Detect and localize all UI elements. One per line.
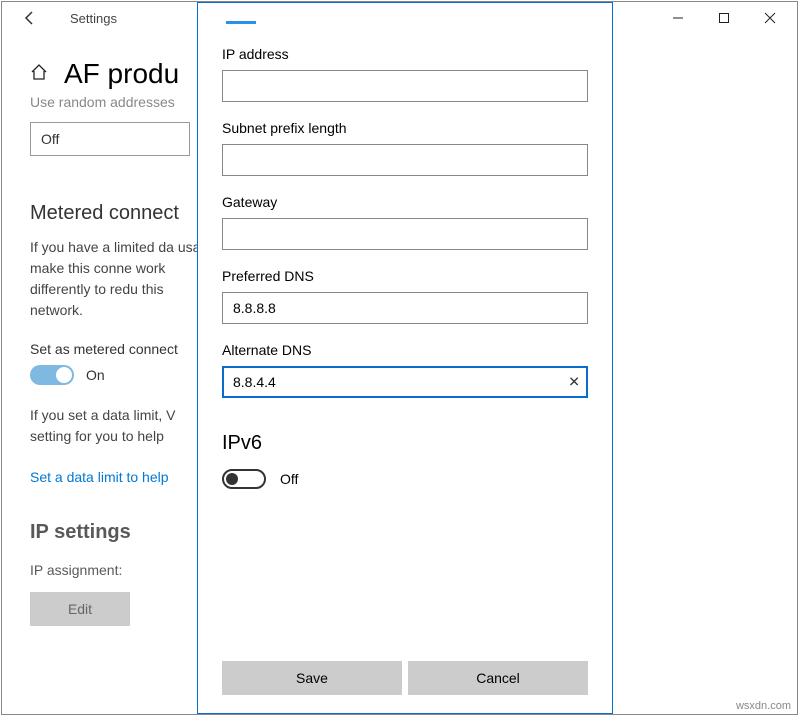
ip-address-input[interactable]	[222, 70, 588, 102]
close-button[interactable]	[747, 2, 793, 34]
metered-toggle[interactable]	[30, 365, 74, 385]
page-title: AF produ	[64, 58, 179, 90]
ipv6-heading: IPv6	[222, 432, 588, 455]
subnet-input[interactable]	[222, 144, 588, 176]
subnet-label: Subnet prefix length	[222, 120, 588, 136]
gateway-label: Gateway	[222, 194, 588, 210]
metered-description: If you have a limited da usage, make thi…	[30, 237, 220, 321]
alternate-dns-input[interactable]	[222, 366, 588, 398]
metered-toggle-state: On	[86, 367, 105, 383]
minimize-button[interactable]	[655, 2, 701, 34]
ipv6-toggle-state: Off	[280, 471, 298, 487]
ipv6-toggle[interactable]	[222, 469, 266, 489]
random-address-dropdown[interactable]: Off	[30, 122, 190, 156]
preferred-dns-label: Preferred DNS	[222, 268, 588, 284]
gateway-input[interactable]	[222, 218, 588, 250]
app-title: Settings	[70, 11, 117, 26]
window-controls	[655, 2, 793, 34]
settings-window: Settings AF produ Use random addresses O…	[1, 1, 798, 715]
home-icon[interactable]	[30, 63, 48, 86]
ip-settings-dialog: IP address Subnet prefix length Gateway …	[197, 2, 613, 714]
clear-input-icon[interactable]: ✕	[568, 374, 580, 391]
ip-address-label: IP address	[222, 46, 588, 62]
random-address-value: Off	[41, 131, 59, 147]
maximize-button[interactable]	[701, 2, 747, 34]
alternate-dns-label: Alternate DNS	[222, 342, 588, 358]
cancel-button[interactable]: Cancel	[408, 661, 588, 695]
watermark: wsxdn.com	[736, 700, 791, 712]
save-button[interactable]: Save	[222, 661, 402, 695]
edit-button[interactable]: Edit	[30, 592, 130, 626]
back-button[interactable]	[14, 2, 46, 34]
preferred-dns-input[interactable]	[222, 292, 588, 324]
data-limit-description: If you set a data limit, V setting for y…	[30, 405, 220, 447]
dialog-tab-indicator	[226, 21, 256, 24]
